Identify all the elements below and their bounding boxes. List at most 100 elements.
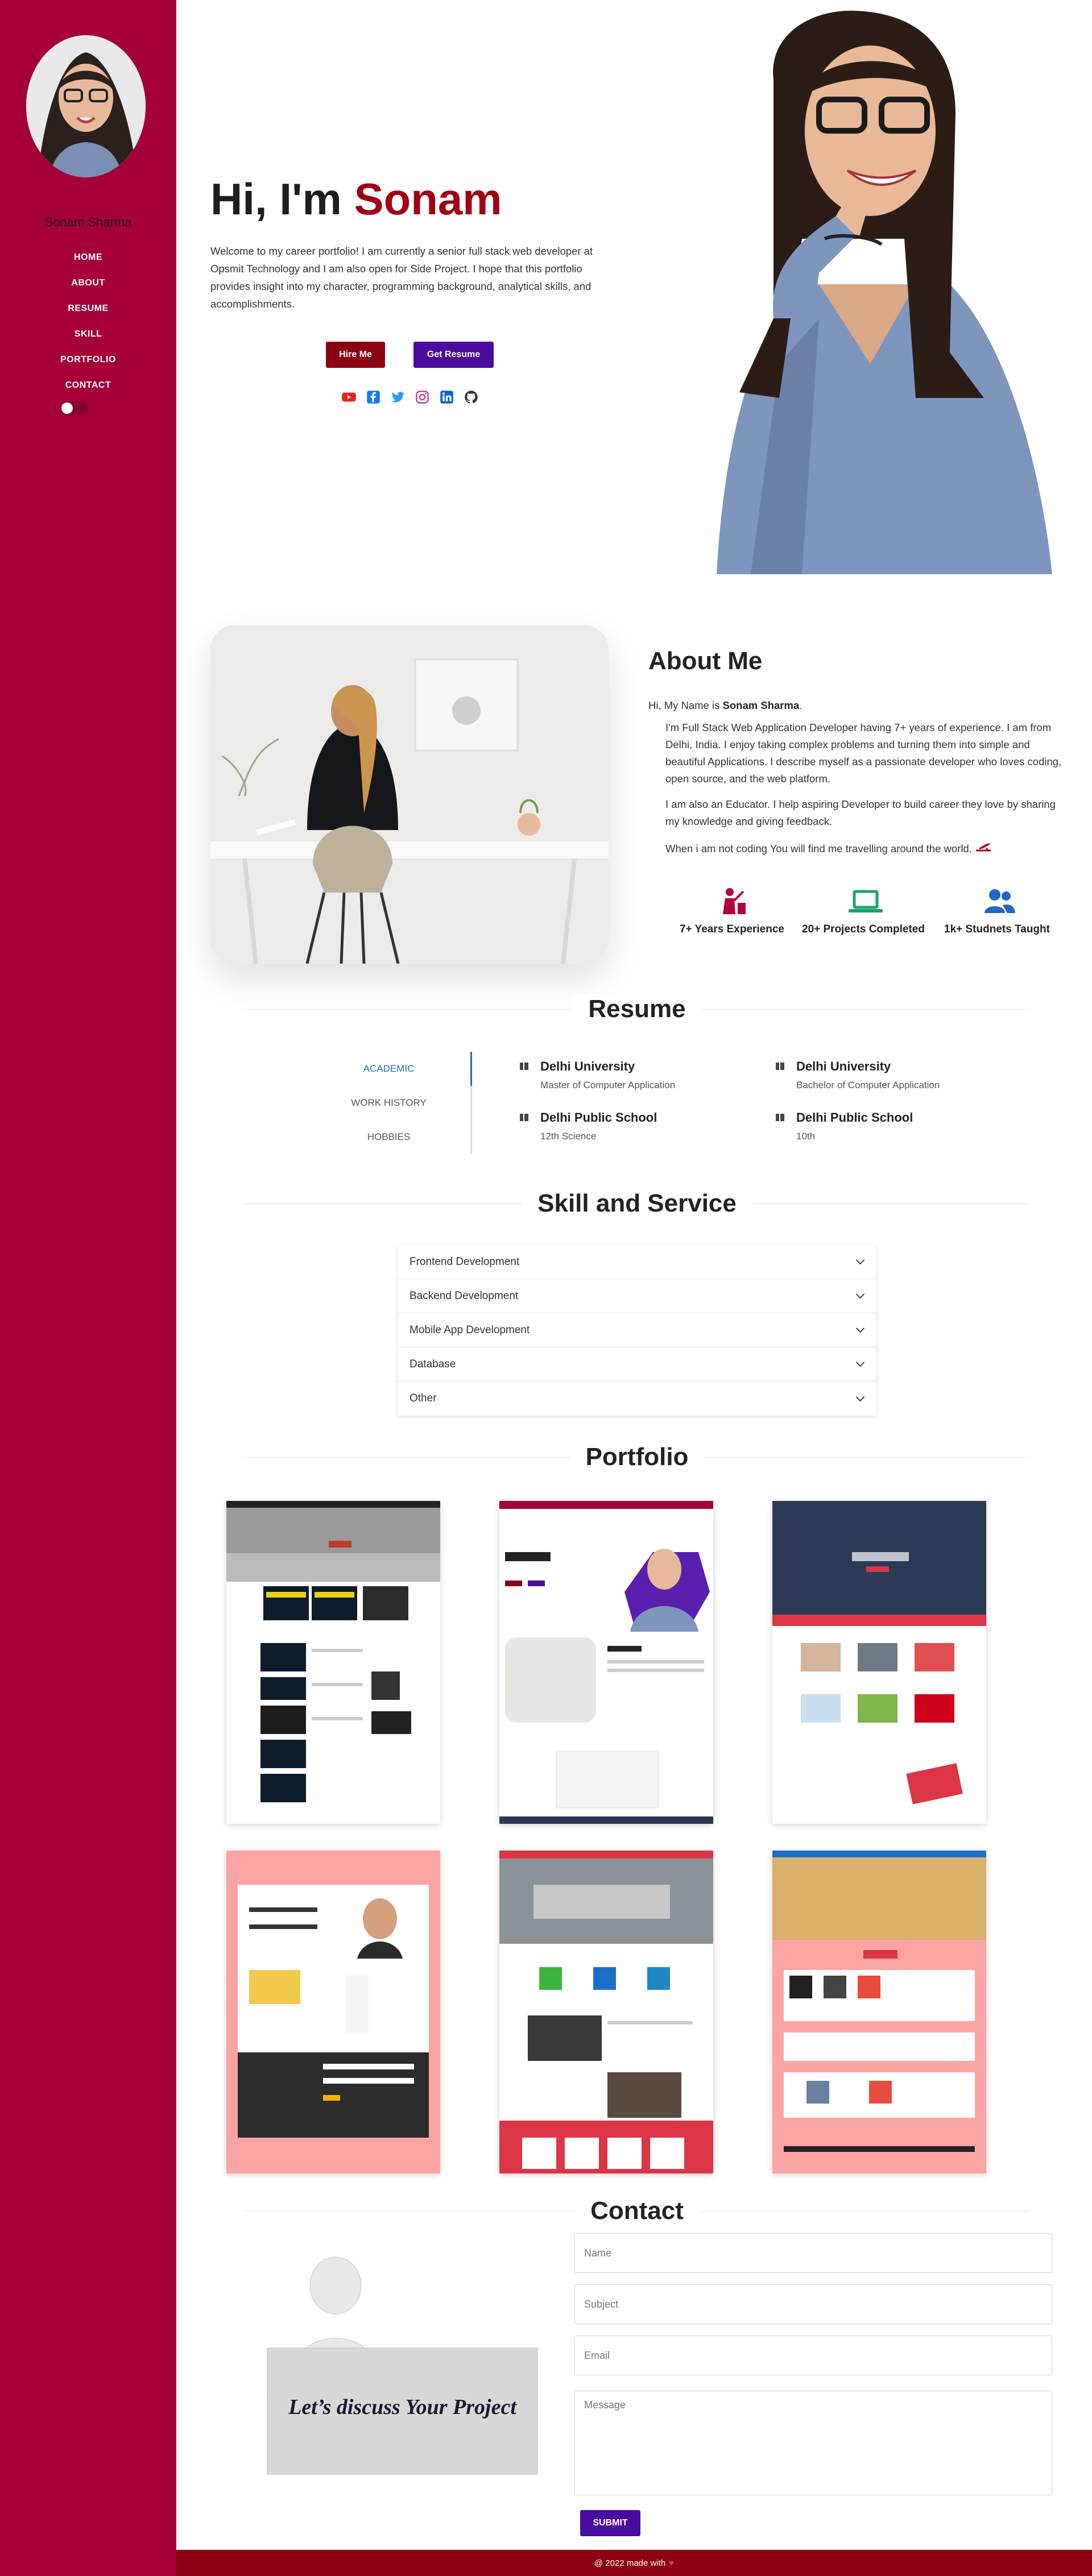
youtube-icon[interactable] [341,389,357,405]
twitter-icon[interactable] [390,389,406,405]
resume-entry-title: Delhi Public School [774,1110,1001,1125]
heart-icon: ♥ [669,2558,675,2568]
github-icon[interactable] [464,389,479,405]
teacher-icon [717,887,747,915]
stat-projects: 20+ Projects Completed [802,887,925,936]
nav-home[interactable]: HOME [74,252,102,263]
about-intro: Hi, My Name is Sonam Sharma. [648,699,802,712]
resume-entry: Delhi University Bachelor of Computer Ap… [774,1059,1001,1091]
portfolio-item-4[interactable] [226,1851,440,2173]
accordion-item-database[interactable]: Database [398,1347,876,1382]
subject-input[interactable] [574,2284,1052,2324]
resume-entry-subtitle: 12th Science [540,1131,597,1142]
skills-section-title: Skill and Service [245,1189,1029,1218]
message-textarea[interactable] [574,2391,1052,2495]
nav-skill[interactable]: SKILL [75,329,102,339]
nav-resume[interactable]: RESUME [68,304,108,314]
hero-portrait-image [631,0,1075,574]
about-paragraph-3: When i am not coding You will find me tr… [665,840,1064,857]
resume-title: Resume [572,995,702,1023]
tab-work-history[interactable]: WORK HISTORY [307,1086,470,1120]
accordion-item-label: Other [410,1392,437,1404]
nav-contact[interactable]: CONTACT [65,380,111,391]
about-paragraph-3-text: When i am not coding You will find me tr… [665,843,972,854]
skills-title: Skill and Service [522,1189,752,1217]
resume-entry-subtitle: Bachelor of Computer Application [796,1080,940,1090]
resume-entry-subtitle: 10th [796,1131,816,1142]
hero-greeting: Hi, I'm [210,174,342,224]
contact-title: Contact [574,2197,700,2225]
facebook-icon[interactable] [366,389,381,405]
portfolio-item-1[interactable] [226,1501,440,1824]
toggle-knob [61,403,73,414]
resume-entry-subtitle: Master of Computer Application [540,1080,676,1090]
avatar [26,35,146,177]
dark-mode-toggle[interactable] [60,401,89,415]
stat-students: 1k+ Studnets Taught [944,887,1050,936]
accordion-item-frontend[interactable]: Frontend Development [398,1245,876,1279]
hero-title: Hi, I'm Sonam [210,173,502,225]
nav-about[interactable]: ABOUT [71,278,105,288]
about-paragraph-2: I am also an Educator. I help aspiring D… [665,798,1056,827]
contact-illustration: Let’s discuss Your Project [250,2246,546,2484]
accordion-item-label: Backend Development [410,1289,519,1302]
stat-projects-label: 20+ Projects Completed [802,923,925,935]
portfolio-item-5[interactable] [499,1851,713,2173]
contact-art-text: Let’s discuss Your Project [288,2395,516,2419]
portfolio-item-3[interactable] [772,1501,986,1824]
about-intro-name: Sonam Sharma [722,699,800,711]
about-title: About Me [648,647,763,675]
chevron-down-icon [855,1358,865,1367]
stat-experience: 7+ Years Experience [680,887,784,936]
resume-entry: Delhi Public School 12th Science [518,1110,745,1142]
about-workspace-image [210,625,609,964]
about-intro-suffix: . [799,699,803,711]
chevron-down-icon [855,1392,865,1401]
about-paragraph-1: I'm Full Stack Web Application Developer… [665,721,1062,785]
sidebar-nav: HOME ABOUT RESUME SKILL PORTFOLIO CONTAC… [0,244,176,398]
chevron-down-icon [855,1289,865,1299]
submit-button[interactable]: SUBMIT [580,2510,640,2536]
portfolio-item-2[interactable] [499,1501,713,1824]
accordion-item-backend[interactable]: Backend Development [398,1279,876,1313]
about-intro-prefix: Hi, My Name is [648,699,720,711]
hero-intro-text: Welcome to my career portfolio! I am cur… [210,245,593,310]
sidebar: Sonam Sharma HOME ABOUT RESUME SKILL POR… [0,0,176,2576]
accordion-item-other[interactable]: Other [398,1382,876,1416]
name-input[interactable] [574,2233,1052,2273]
social-links [341,389,479,405]
resume-section-title: Resume [245,995,1029,1023]
email-input[interactable] [574,2336,1052,2375]
contact-section-title: Contact [245,2197,1029,2225]
hire-me-button[interactable]: Hire Me [326,342,385,368]
hero-name: Sonam [354,174,502,224]
instagram-icon[interactable] [415,389,430,405]
resume-entry-title: Delhi University [518,1059,745,1074]
chevron-down-icon [855,1255,865,1265]
owner-name: Sonam Sharma [44,215,132,229]
accordion-item-mobile[interactable]: Mobile App Development [398,1313,876,1347]
laptop-icon [847,887,883,915]
resume-tabs: ACADEMIC WORK HISTORY HOBBIES [307,1052,472,1154]
users-icon [982,887,1015,915]
stat-students-label: 1k+ Studnets Taught [944,923,1050,935]
accordion-item-label: Mobile App Development [410,1324,530,1336]
portfolio-title: Portfolio [569,1443,705,1471]
accordion-item-label: Database [410,1358,456,1370]
resume-entry: Delhi University Master of Computer Appl… [518,1059,745,1091]
nav-portfolio[interactable]: PORTFOLIO [60,355,116,365]
get-resume-button[interactable]: Get Resume [413,342,494,368]
footer: @ 2022 made with ♥ [176,2550,1092,2576]
chevron-down-icon [855,1324,865,1333]
resume-entry-title: Delhi Public School [518,1110,745,1125]
accordion-item-label: Frontend Development [410,1255,520,1268]
stat-experience-label: 7+ Years Experience [680,923,784,935]
skills-accordion: Frontend Development Backend Development… [398,1245,876,1416]
resume-entry: Delhi Public School 10th [774,1110,1001,1142]
tab-academic[interactable]: ACADEMIC [307,1052,472,1086]
tab-hobbies[interactable]: HOBBIES [307,1120,470,1154]
portfolio-item-6[interactable] [772,1851,986,2173]
portfolio-section-title: Portfolio [245,1443,1029,1471]
linkedin-icon[interactable] [439,389,454,405]
airplane-icon [975,843,992,854]
